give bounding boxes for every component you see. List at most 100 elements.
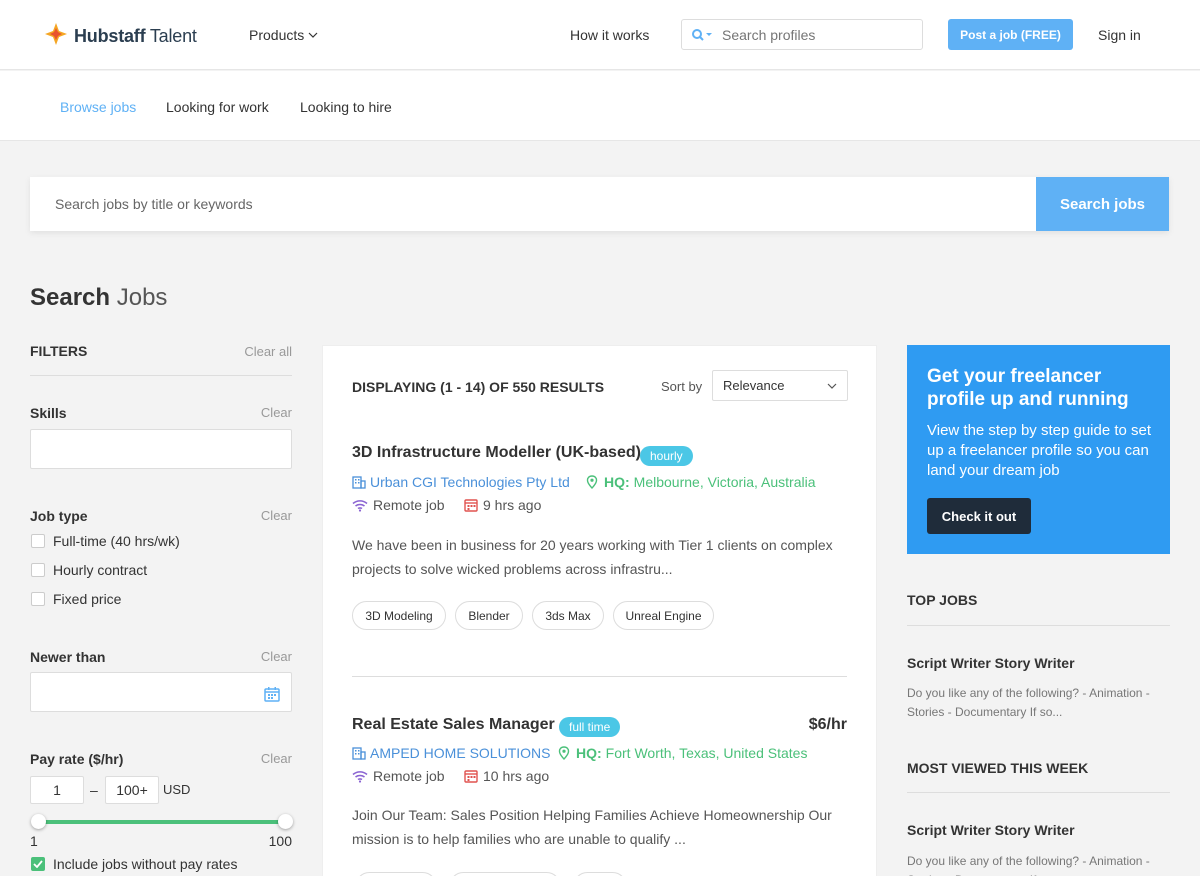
pay-rate-slider-min-label: 1: [30, 833, 38, 849]
wifi-icon: [352, 499, 368, 512]
job-type-clear[interactable]: Clear: [232, 508, 292, 523]
remote-indicator: Remote job: [352, 497, 445, 513]
top-job-description: Do you like any of the following? - Anim…: [907, 686, 1150, 719]
top-jobs-heading: TOP JOBS: [907, 592, 978, 608]
nav-looking-to-hire[interactable]: Looking to hire: [300, 99, 392, 115]
top-job-title-link[interactable]: Script Writer Story Writer: [907, 655, 1075, 671]
job-description: Join Our Team: Sales Position Helping Fa…: [352, 807, 832, 847]
job-title-link[interactable]: Real Estate Sales Manager: [352, 716, 555, 734]
job-description: We have been in business for 20 years wo…: [352, 537, 833, 577]
sort-label: Sort by: [661, 379, 703, 394]
filters-divider: [30, 375, 292, 376]
check-icon: [33, 860, 43, 868]
building-icon: [352, 747, 366, 760]
job-results-panel: DISPLAYING (1 - 14) OF 550 RESULTS Sort …: [322, 345, 877, 876]
skill-tag[interactable]: [573, 872, 627, 876]
divider: [907, 792, 1170, 793]
promo-heading: Get your freelancer profile up and runni…: [927, 366, 1129, 410]
skills-label: Skills: [30, 405, 67, 421]
posted-time: 9 hrs ago: [464, 497, 541, 513]
job-type-full-time[interactable]: Full-time (40 hrs/wk): [31, 533, 180, 549]
logo-text: Hubstaff Talent: [74, 26, 197, 46]
most-viewed-heading: MOST VIEWED THIS WEEK: [907, 760, 1089, 776]
newer-than-clear[interactable]: Clear: [232, 649, 292, 664]
pay-rate-slider-max-label: 100: [268, 833, 292, 849]
pay-rate-clear[interactable]: Clear: [232, 751, 292, 766]
skill-tag[interactable]: [449, 872, 561, 876]
map-pin-icon: [586, 475, 598, 489]
pay-rate-dash: –: [90, 782, 98, 798]
top-navbar: Hubstaff Talent Products How it works Po…: [0, 0, 1200, 70]
skill-tag[interactable]: Blender: [455, 601, 523, 630]
job-location: HQ: Melbourne, Victoria, Australia: [586, 474, 816, 490]
profile-search-box[interactable]: [681, 19, 923, 50]
skills-clear[interactable]: Clear: [232, 405, 292, 420]
checkbox[interactable]: [31, 592, 45, 606]
include-no-pay-rate[interactable]: Include jobs without pay rates: [31, 856, 237, 872]
filters-heading: FILTERS: [30, 343, 88, 359]
skill-tag[interactable]: [355, 872, 437, 876]
search-icon[interactable]: [682, 28, 722, 42]
page-title: Search Jobs: [30, 284, 168, 311]
hubstaff-logo-icon: [44, 22, 68, 51]
job-search-bar: Search jobs by title or keywords Search …: [30, 177, 1169, 231]
post-job-button[interactable]: Post a job (FREE): [948, 19, 1073, 50]
posted-time: 10 hrs ago: [464, 768, 549, 784]
pay-rate-max-input[interactable]: 100+: [105, 776, 159, 804]
job-type-fixed[interactable]: Fixed price: [31, 591, 121, 607]
most-viewed-description: Do you like any of the following? - Anim…: [907, 854, 1150, 876]
building-icon: [352, 476, 366, 489]
search-jobs-button[interactable]: Search jobs: [1036, 177, 1169, 231]
results-count: DISPLAYING (1 - 14) OF 550 RESULTS: [352, 379, 605, 395]
job-divider: [352, 676, 847, 677]
pay-rate-slider-max-handle[interactable]: [278, 814, 293, 829]
checkbox[interactable]: [31, 563, 45, 577]
job-type-badge: full time: [559, 717, 621, 737]
chevron-down-icon: [827, 383, 837, 389]
products-label: Products: [249, 27, 305, 43]
skill-tag[interactable]: 3D Modeling: [352, 601, 446, 630]
newer-than-label: Newer than: [30, 649, 106, 665]
pay-rate-label: Pay rate ($/hr): [30, 751, 124, 767]
pay-rate-currency: USD: [163, 782, 191, 797]
sub-navbar: Browse jobs Looking for work Looking to …: [0, 71, 1200, 141]
checkbox[interactable]: [31, 534, 45, 548]
remote-indicator: Remote job: [352, 768, 445, 784]
divider: [907, 625, 1170, 626]
job-search-input[interactable]: Search jobs by title or keywords: [30, 177, 1036, 231]
pay-rate-min-input[interactable]: 1: [30, 776, 84, 804]
pay-rate-slider-min-handle[interactable]: [31, 814, 46, 829]
logo[interactable]: Hubstaff Talent: [44, 22, 197, 51]
most-viewed-title-link[interactable]: Script Writer Story Writer: [907, 822, 1075, 838]
sort-value: Relevance: [723, 378, 785, 393]
company-link[interactable]: AMPED HOME SOLUTIONS: [352, 745, 550, 761]
skills-input[interactable]: [30, 429, 292, 469]
check-it-out-button[interactable]: Check it out: [927, 498, 1031, 534]
job-type-badge: hourly: [640, 446, 693, 466]
calendar-icon[interactable]: [264, 686, 280, 702]
skill-tag[interactable]: 3ds Max: [532, 601, 604, 630]
pay-rate-slider-track[interactable]: [38, 820, 286, 824]
job-type-hourly[interactable]: Hourly contract: [31, 562, 147, 578]
skill-tag[interactable]: Unreal Engine: [613, 601, 714, 630]
nav-looking-for-work[interactable]: Looking for work: [166, 99, 269, 115]
profile-search-input[interactable]: [722, 26, 912, 43]
company-link[interactable]: Urban CGI Technologies Pty Ltd: [352, 474, 570, 490]
job-type-label: Job type: [30, 508, 88, 524]
sort-select[interactable]: Relevance: [712, 370, 848, 401]
wifi-icon: [352, 770, 368, 783]
sign-in-link[interactable]: Sign in: [1098, 27, 1141, 43]
clear-all-filters[interactable]: Clear all: [232, 344, 292, 359]
how-it-works-link[interactable]: How it works: [570, 27, 649, 43]
checkbox-checked[interactable]: [31, 857, 45, 871]
newer-than-date-input[interactable]: [30, 672, 292, 712]
calendar-icon: [464, 499, 478, 512]
products-menu[interactable]: Products: [249, 27, 318, 43]
chevron-down-icon: [308, 32, 318, 38]
nav-browse-jobs[interactable]: Browse jobs: [60, 99, 136, 115]
freelancer-promo-card: Get your freelancer profile up and runni…: [907, 345, 1170, 554]
job-rate: $6/hr: [808, 716, 847, 733]
job-title-link[interactable]: 3D Infrastructure Modeller (UK-based): [352, 444, 641, 462]
job-location: HQ: Fort Worth, Texas, United States: [558, 745, 807, 761]
promo-body: View the step by step guide to set up a …: [927, 422, 1152, 479]
